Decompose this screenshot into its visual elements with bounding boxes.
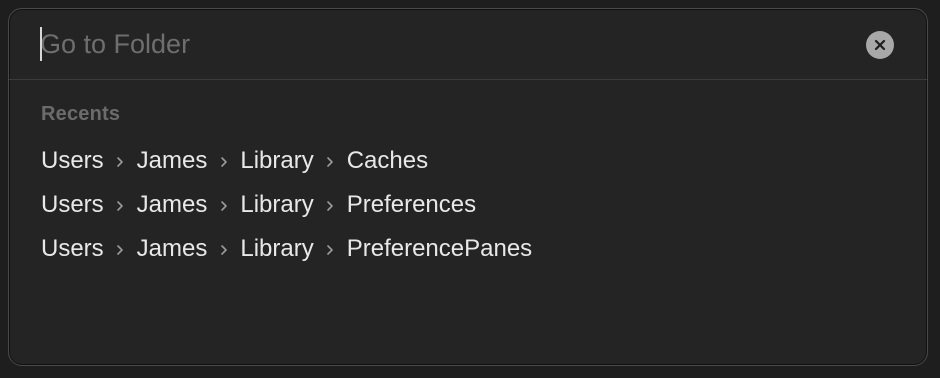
chevron-right-icon: [104, 151, 137, 172]
path-segment: Users: [41, 235, 104, 262]
chevron-right-icon: [314, 239, 347, 260]
go-to-folder-dialog: Recents Users James Library Caches Users…: [8, 8, 928, 366]
path-segment: James: [136, 235, 208, 262]
clear-button[interactable]: [866, 31, 894, 59]
search-bar: [9, 9, 927, 80]
recent-item[interactable]: Users James Library Caches: [41, 139, 532, 183]
chevron-right-icon: [207, 239, 240, 260]
path-segment: Users: [41, 191, 104, 218]
path-segment: Library: [240, 147, 314, 174]
path-segment: Caches: [346, 147, 429, 174]
path-segment: Users: [41, 147, 104, 174]
chevron-right-icon: [314, 151, 347, 172]
recent-item[interactable]: Users James Library PreferencePanes: [41, 227, 532, 271]
chevron-right-icon: [104, 239, 137, 260]
chevron-right-icon: [104, 195, 137, 216]
recent-item[interactable]: Users James Library Preferences: [41, 183, 532, 227]
path-segment: Library: [240, 235, 314, 262]
recents-list: Users James Library Caches Users James L…: [41, 139, 532, 271]
path-segment: Preferences: [346, 191, 477, 218]
text-caret: [40, 27, 42, 61]
close-icon: [874, 39, 886, 51]
path-segment: Library: [240, 191, 314, 218]
chevron-right-icon: [207, 195, 240, 216]
recents-heading: Recents: [41, 103, 121, 125]
chevron-right-icon: [207, 151, 240, 172]
go-to-folder-input[interactable]: [40, 27, 840, 61]
chevron-right-icon: [314, 195, 347, 216]
path-segment: James: [136, 147, 208, 174]
path-segment: PreferencePanes: [346, 235, 533, 262]
path-segment: James: [136, 191, 208, 218]
